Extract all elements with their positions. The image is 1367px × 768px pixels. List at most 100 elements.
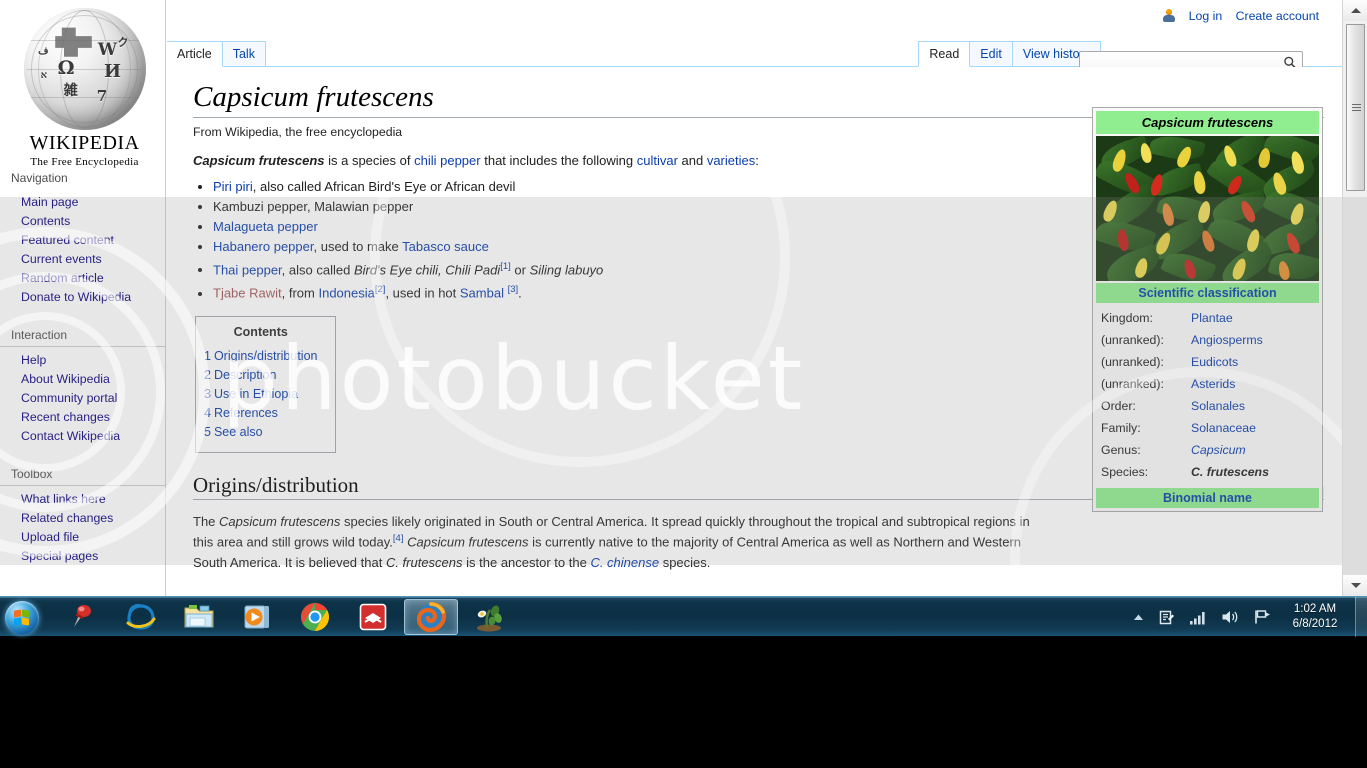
link-chili-pepper[interactable]: chili pepper: [414, 153, 481, 168]
link-tabasco-sauce[interactable]: Tabasco sauce: [402, 239, 489, 254]
link-malagueta-pepper[interactable]: Malagueta pepper: [213, 219, 318, 234]
mozilla-firefox-icon: [416, 601, 447, 633]
volume-icon[interactable]: [1221, 609, 1239, 625]
link-varieties[interactable]: varieties: [707, 153, 755, 168]
sidebar-link-upload-file[interactable]: Upload file: [0, 528, 165, 547]
taxobox-row-unranked-3: (unranked): Asterids: [1098, 373, 1317, 395]
ref-3[interactable]: [3]: [508, 284, 519, 295]
vertical-scrollbar[interactable]: [1342, 0, 1367, 596]
toc-link-references[interactable]: References: [214, 406, 278, 420]
link-sambal[interactable]: Sambal: [460, 286, 504, 301]
sidebar-link-special-pages[interactable]: Special pages: [0, 547, 165, 566]
flag-icon[interactable]: [1253, 609, 1271, 625]
link-tjabe-rawit[interactable]: Tjabe Rawit: [213, 286, 282, 301]
sidebar-item-recent-changes[interactable]: Recent changes: [0, 408, 165, 427]
taxobox-value-solanaceae[interactable]: Solanaceae: [1191, 418, 1256, 438]
scrollbar-thumb[interactable]: [1346, 24, 1365, 191]
toc-item-origins[interactable]: 1 Origins/distribution: [204, 347, 317, 366]
start-button[interactable]: [2, 598, 46, 636]
sidebar-link-contact[interactable]: Contact Wikipedia: [0, 427, 165, 446]
sidebar-item-related-changes[interactable]: Related changes: [0, 509, 165, 528]
link-cultivar[interactable]: cultivar: [637, 153, 678, 168]
show-hidden-icons-arrow-icon[interactable]: [1133, 612, 1144, 623]
sidebar-link-community-portal[interactable]: Community portal: [0, 389, 165, 408]
ref-2[interactable]: [2]: [375, 284, 386, 295]
toc-link-origins[interactable]: Origins/distribution: [214, 349, 318, 363]
sidebar-link-what-links-here[interactable]: What links here: [0, 490, 165, 509]
show-desktop-button[interactable]: [1355, 597, 1367, 637]
ref-1[interactable]: [1]: [500, 261, 511, 272]
taskbar-button-internet-explorer[interactable]: [114, 599, 168, 635]
link-thai-pepper[interactable]: Thai pepper: [213, 262, 282, 277]
sidebar-link-random-article[interactable]: Random article: [0, 269, 165, 288]
toc-item-use-in-ethiopia[interactable]: 3 Use in Ethiopia: [204, 385, 317, 404]
sidebar-item-help[interactable]: Help: [0, 351, 165, 370]
sidebar-item-featured-content[interactable]: Featured content: [0, 231, 165, 250]
taxobox-value-solanales[interactable]: Solanales: [1191, 396, 1245, 416]
tab-edit[interactable]: Edit: [969, 41, 1013, 66]
scrollbar-track-lower[interactable]: [1343, 197, 1367, 575]
scroll-down-button[interactable]: [1343, 575, 1367, 596]
taskbar-button-windows-media-player[interactable]: [230, 599, 284, 635]
sidebar-item-contents[interactable]: Contents: [0, 212, 165, 231]
sidebar-item-contact[interactable]: Contact Wikipedia: [0, 427, 165, 446]
taxobox-value-asterids[interactable]: Asterids: [1191, 374, 1235, 394]
tab-read[interactable]: Read: [918, 41, 971, 67]
sidebar-item-current-events[interactable]: Current events: [0, 250, 165, 269]
sidebar-item-community-portal[interactable]: Community portal: [0, 389, 165, 408]
sidebar-link-help[interactable]: Help: [0, 351, 165, 370]
scroll-up-button[interactable]: [1343, 0, 1367, 21]
tab-talk[interactable]: Talk: [221, 41, 266, 66]
link-c-chinense[interactable]: C. chinense: [590, 555, 659, 570]
network-signal-icon[interactable]: [1189, 610, 1207, 625]
sidebar-link-about[interactable]: About Wikipedia: [0, 370, 165, 389]
taxobox-value-capsicum[interactable]: Capsicum: [1191, 440, 1246, 460]
link-habanero-pepper[interactable]: Habanero pepper: [213, 239, 313, 254]
sidebar-link-current-events[interactable]: Current events: [0, 250, 165, 269]
taxobox-value-eudicots[interactable]: Eudicots: [1191, 352, 1238, 372]
sidebar-link-donate[interactable]: Donate to Wikipedia: [0, 288, 165, 307]
table-of-contents: Contents 1 Origins/distribution 2 Descript…: [195, 315, 337, 454]
sidebar-link-contents[interactable]: Contents: [0, 212, 165, 231]
log-in-link[interactable]: Log in: [1189, 9, 1223, 23]
sidebar-item-donate[interactable]: Donate to Wikipedia: [0, 288, 165, 307]
lead-species-name: Capsicum frutescens: [193, 153, 325, 168]
sidebar-link-related-changes[interactable]: Related changes: [0, 509, 165, 528]
toc-link-see-also[interactable]: See also: [214, 425, 263, 439]
taskbar-clock[interactable]: 1:02 AM 6/8/2012: [1278, 602, 1352, 632]
wikipedia-logo[interactable]: W Ω И 雑 7 ク ف א WIKIPEDIA The Free Encyc…: [17, 8, 152, 168]
taxobox-image[interactable]: [1096, 136, 1319, 281]
toc-title: Contents: [233, 324, 288, 339]
taxobox-value-kingdom[interactable]: Plantae: [1191, 308, 1233, 328]
create-account-link[interactable]: Create account: [1236, 9, 1319, 23]
sidebar-item-special-pages[interactable]: Special pages: [0, 547, 165, 566]
ref-4[interactable]: [4]: [393, 533, 404, 544]
toc-item-see-also[interactable]: 5 See also: [204, 423, 317, 442]
taskbar-button-mozilla-firefox[interactable]: [404, 599, 458, 635]
tjabe-mid: , used in hot: [385, 285, 460, 301]
sidebar-link-featured-content[interactable]: Featured content: [0, 231, 165, 250]
link-indonesia[interactable]: Indonesia: [318, 286, 374, 301]
toc-item-references[interactable]: 4 References: [204, 404, 317, 423]
sidebar-item-about[interactable]: About Wikipedia: [0, 370, 165, 389]
sidebar-item-main-page[interactable]: Main page: [0, 193, 165, 212]
sidebar-item-random-article[interactable]: Random article: [0, 269, 165, 288]
action-center-icon[interactable]: [1158, 609, 1175, 626]
sidebar-link-main-page[interactable]: Main page: [0, 193, 165, 212]
taskbar-button-windows-explorer[interactable]: [172, 599, 226, 635]
sidebar-item-what-links-here[interactable]: What links here: [0, 490, 165, 509]
sidebar-item-upload-file[interactable]: Upload file: [0, 528, 165, 547]
taskbar-button-google-chrome[interactable]: [288, 599, 342, 635]
toc-item-description[interactable]: 2 Description: [204, 366, 317, 385]
sidebar-link-recent-changes[interactable]: Recent changes: [0, 408, 165, 427]
taxobox-classification-heading: Scientific classification: [1096, 283, 1319, 303]
tab-article[interactable]: Article: [167, 41, 223, 67]
toc-link-use-in-ethiopia[interactable]: Use in Ethiopia: [214, 387, 298, 401]
link-piri-piri[interactable]: Piri piri: [213, 179, 253, 194]
toc-link-description[interactable]: Description: [214, 368, 277, 382]
taskbar-button-plant-game[interactable]: [462, 599, 516, 635]
taskbar-button-red-book-app[interactable]: [346, 599, 400, 635]
taxobox-value-angiosperms[interactable]: Angiosperms: [1191, 330, 1263, 350]
sidebar: W Ω И 雑 7 ク ف א WIKIPEDIA The Free Encyc…: [0, 0, 166, 596]
taskbar-button-pin[interactable]: [56, 599, 110, 635]
